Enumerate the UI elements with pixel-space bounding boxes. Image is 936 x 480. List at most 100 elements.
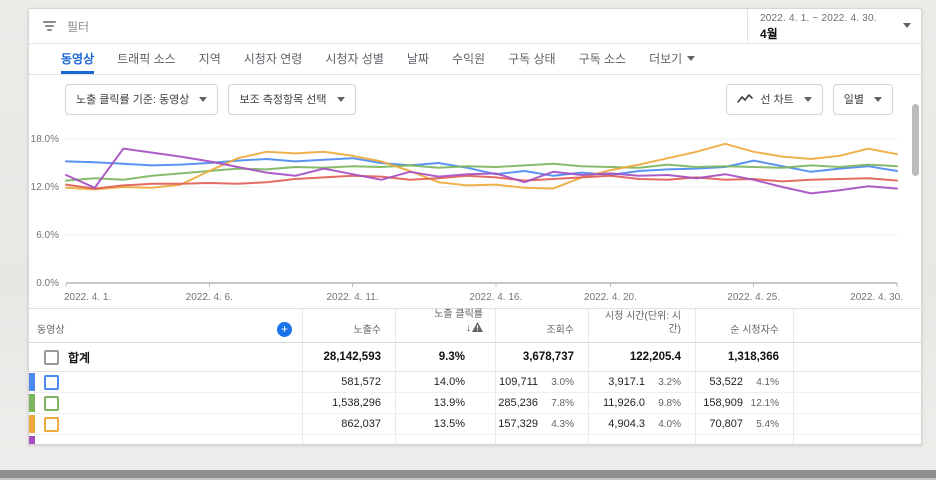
cell-unique-pct: 5.4% — [756, 418, 779, 430]
secondary-metric-button[interactable]: 보조 측정항목 선택 — [228, 83, 356, 115]
series-color-bar — [29, 436, 35, 444]
cell-ctr: 13.5% — [433, 418, 465, 430]
tab-more[interactable]: 더보기 — [649, 44, 696, 74]
date-period-text: 4월 — [760, 27, 778, 41]
interval-label: 일별 — [843, 94, 864, 106]
chevron-down-icon — [687, 56, 696, 61]
metric-select-label: 노출 클릭률 기준: 동영상 — [76, 94, 190, 106]
cell-unique-pct: 12.1% — [750, 397, 779, 409]
series-color-bar — [29, 373, 35, 391]
sort-desc-icon: ↓ — [466, 322, 471, 334]
cell-impressions: 581,572 — [341, 376, 381, 388]
svg-text:2022. 4. 1.: 2022. 4. 1. — [64, 292, 111, 303]
analytics-panel: 필터 2022. 4. 1. ~ 2022. 4. 30. 4월 동영상 트래픽… — [28, 8, 922, 445]
secondary-metric-label: 보조 측정항목 선택 — [239, 94, 327, 106]
chevron-down-icon — [903, 23, 911, 28]
tab-viewer-gender[interactable]: 시청자 성별 — [325, 44, 384, 74]
interval-button[interactable]: 일별 — [832, 83, 893, 115]
cell-views: 109,711 — [499, 376, 538, 388]
line-chart-svg: 18.0% 12.0% 6.0% 0.0% 2022. 4. 1. 2022. 4. 6.… — [31, 134, 903, 303]
table-header-row: 동영상 + 노출수 노출 클릭률 ↓ 조회수 시청 시간(단위: 시간) 순 시… — [29, 309, 921, 343]
line-chart-icon — [737, 93, 754, 105]
cell-views: 157,329 — [498, 418, 538, 430]
svg-text:2022. 4. 16.: 2022. 4. 16. — [469, 292, 522, 303]
chart-controls: 노출 클릭률 기준: 동영상 보조 측정항목 선택 선 차트 일별 — [29, 75, 921, 123]
cell-unique: 53,522 — [709, 376, 743, 388]
tab-geography[interactable]: 지역 — [199, 44, 221, 74]
table-row[interactable]: 581,572 14.0% 109,711 3.0% 3,917.1 3.2% 53… — [29, 372, 921, 393]
tab-traffic-source[interactable]: 트래픽 소스 — [117, 44, 176, 74]
add-metric-icon[interactable]: + — [277, 322, 292, 337]
page: 필터 2022. 4. 1. ~ 2022. 4. 30. 4월 동영상 트래픽… — [0, 0, 936, 480]
svg-text:2022. 4. 6.: 2022. 4. 6. — [186, 292, 233, 303]
series-color-bar — [29, 415, 35, 433]
svg-text:2022. 4. 11.: 2022. 4. 11. — [327, 292, 379, 303]
row-checkbox[interactable] — [44, 444, 59, 445]
row-checkbox[interactable] — [44, 395, 59, 411]
total-ctr: 9.3% — [396, 343, 496, 371]
ctr-line-chart[interactable]: 18.0% 12.0% 6.0% 0.0% 2022. 4. 1. 2022. 4. 6.… — [29, 123, 921, 308]
total-watch-time: 122,205.4 — [589, 343, 696, 371]
cell-unique: 158,909 — [703, 397, 743, 409]
row-checkbox[interactable] — [44, 416, 59, 432]
svg-text:2022. 4. 20.: 2022. 4. 20. — [584, 292, 637, 303]
chevron-down-icon — [803, 96, 812, 102]
column-header-empty — [794, 309, 921, 342]
filter-bar: 필터 2022. 4. 1. ~ 2022. 4. 30. 4월 — [29, 9, 921, 44]
cell-ctr: 13.9% — [433, 397, 465, 409]
cell-views-pct: 3.0% — [551, 376, 574, 388]
filter-input[interactable]: 필터 — [67, 18, 89, 35]
table-row[interactable]: 862,037 13.5% 157,329 4.3% 4,904.3 4.0% 70… — [29, 414, 921, 435]
vertical-scrollbar[interactable] — [912, 104, 919, 176]
filter-icon — [41, 21, 57, 31]
chart-type-button[interactable]: 선 차트 — [726, 83, 823, 115]
column-header-watch-time[interactable]: 시청 시간(단위: 시간) — [589, 309, 696, 342]
svg-text:12.0%: 12.0% — [31, 182, 59, 193]
column-header-video: 동영상 — [37, 325, 65, 336]
cell-watch-time: 4,904.3 — [608, 418, 645, 430]
report-tabs: 동영상 트래픽 소스 지역 시청자 연령 시청자 성별 날짜 수익원 구독 상태… — [29, 44, 921, 75]
chevron-down-icon — [336, 96, 345, 102]
metric-select-button[interactable]: 노출 클릭률 기준: 동영상 — [65, 83, 219, 115]
videos-table: 동영상 + 노출수 노출 클릭률 ↓ 조회수 시청 시간(단위: 시간) 순 시… — [29, 308, 921, 445]
tab-date[interactable]: 날짜 — [407, 44, 429, 74]
tab-subscription-status[interactable]: 구독 상태 — [508, 44, 556, 74]
column-header-impressions[interactable]: 노출수 — [303, 309, 396, 342]
tab-viewer-age[interactable]: 시청자 연령 — [244, 44, 303, 74]
cell-watch-time: 11,926.0 — [602, 397, 645, 409]
cell-watch-pct: 3.2% — [658, 376, 681, 388]
cell-unique: 70,807 — [709, 418, 743, 430]
svg-text:2022. 4. 25.: 2022. 4. 25. — [727, 292, 780, 303]
column-header-unique-viewers[interactable]: 순 시청자수 — [696, 309, 794, 342]
chevron-down-icon — [874, 96, 882, 102]
cell-watch-time: 3,917.1 — [608, 376, 645, 388]
table-row-clipped[interactable] — [29, 435, 921, 445]
tab-subscription-source[interactable]: 구독 소스 — [579, 44, 627, 74]
cell-unique-pct: 4.1% — [756, 376, 779, 388]
date-range-picker[interactable]: 2022. 4. 1. ~ 2022. 4. 30. 4월 — [747, 9, 921, 43]
svg-text:6.0%: 6.0% — [36, 230, 59, 241]
series-color-bar — [29, 394, 35, 412]
tab-revenue-source[interactable]: 수익원 — [452, 44, 485, 74]
cell-watch-pct: 4.0% — [658, 418, 681, 430]
total-unique-viewers: 1,318,366 — [696, 343, 794, 371]
cell-watch-pct: 9.8% — [658, 397, 681, 409]
svg-text:0.0%: 0.0% — [36, 278, 59, 289]
warning-icon — [472, 321, 483, 337]
total-label: 합계 — [68, 350, 91, 365]
tab-videos[interactable]: 동영상 — [61, 44, 95, 74]
table-row[interactable]: 1,538,296 13.9% 285,236 7.8% 11,926.0 9.8%… — [29, 393, 921, 414]
total-impressions: 28,142,593 — [303, 343, 396, 371]
cell-views: 285,236 — [498, 397, 538, 409]
tab-more-label: 더보기 — [649, 52, 683, 66]
total-checkbox[interactable] — [44, 349, 59, 365]
cell-ctr: 14.0% — [433, 376, 465, 388]
window-bottom-bar — [0, 470, 936, 478]
column-header-views[interactable]: 조회수 — [496, 309, 589, 342]
column-header-ctr[interactable]: 노출 클릭률 ↓ — [396, 309, 496, 342]
cell-views-pct: 4.3% — [551, 418, 574, 430]
svg-text:2022. 4. 30.: 2022. 4. 30. — [850, 292, 903, 303]
cell-impressions: 862,037 — [341, 418, 381, 430]
row-checkbox[interactable] — [44, 374, 59, 390]
date-range-text: 2022. 4. 1. ~ 2022. 4. 30. — [760, 13, 877, 24]
